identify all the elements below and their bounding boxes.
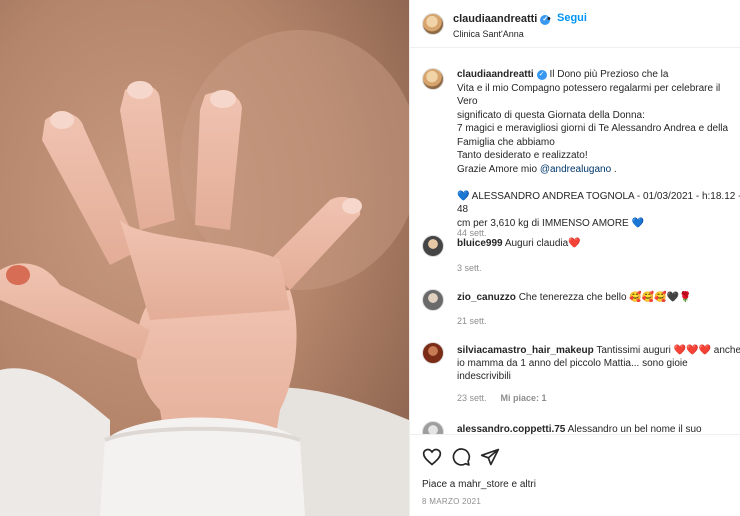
caption-username[interactable]: claudiaandreatti	[457, 69, 534, 80]
caption-line-6: Tanto desiderato e realizzato!	[457, 150, 588, 161]
comment-body: Auguri claudia	[504, 238, 569, 249]
comment-timestamp[interactable]: 23 sett.	[457, 393, 487, 403]
commenter-avatar[interactable]	[422, 421, 444, 434]
caption-birth-line-1: ALESSANDRO ANDREA TOGNOLA - 01/03/2021 -…	[457, 190, 740, 216]
post-location[interactable]: Clinica Sant'Anna	[453, 29, 524, 39]
comment-emoji: 🥰🥰🥰🖤🌹	[629, 292, 692, 303]
caption-author-avatar[interactable]	[422, 68, 444, 90]
comment-icon[interactable]	[451, 447, 471, 467]
commenter-avatar[interactable]	[422, 289, 444, 311]
follow-button[interactable]: Segui	[557, 12, 587, 24]
comment-text: zio_canuzzo Che tenerezza che bello 🥰🥰🥰🖤…	[457, 291, 740, 304]
blue-heart-icon-2: 💙	[631, 217, 644, 229]
caption-text: claudiaandreatti ✓ Il Dono più Prezioso c…	[457, 68, 740, 230]
commenter-avatar[interactable]	[422, 342, 444, 364]
commenter-avatar[interactable]	[422, 235, 444, 257]
post-date[interactable]: 8 MARZO 2021	[422, 497, 481, 506]
comment-emoji: ❤️	[568, 238, 581, 249]
commenter-username[interactable]: zio_canuzzo	[457, 292, 516, 303]
separator-dot: •	[547, 13, 551, 25]
comment-text: silviacamastro_hair_makeup Tantissimi au…	[457, 344, 740, 383]
likes-summary[interactable]: Piace a mahr_store e altri	[422, 479, 536, 490]
commenter-username[interactable]: bluice999	[457, 238, 503, 249]
commenter-username[interactable]: silviacamastro_hair_makeup	[457, 345, 594, 356]
comment-timestamp[interactable]: 3 sett.	[457, 263, 482, 273]
comment-timestamp[interactable]: 21 sett.	[457, 316, 487, 326]
blue-heart-icon: 💙	[457, 190, 470, 202]
baby-hand-photo	[0, 0, 409, 516]
caption-thanks-end: .	[611, 163, 617, 175]
caption-mention-link[interactable]: @andrealugano	[540, 164, 611, 175]
commenter-username[interactable]: alessandro.coppetti.75	[457, 424, 565, 434]
comment-emoji: ❤️❤️❤️	[673, 345, 711, 356]
author-username-text[interactable]: claudiaandreatti	[453, 13, 537, 25]
caption-thanks: Grazie Amore mio	[457, 163, 538, 175]
comment-body: Tantissimi auguri	[596, 345, 674, 356]
heart-icon[interactable]	[422, 447, 442, 467]
comment-text: alessandro.coppetti.75 Alessandro un bel…	[457, 423, 740, 434]
author-avatar[interactable]	[422, 13, 444, 35]
comment-text: bluice999 Auguri claudia❤️	[457, 237, 740, 250]
caption-birth-line-2: cm per 3,610 kg di IMMENSO AMORE	[457, 217, 632, 229]
comment-body: Che tenerezza che bello	[518, 292, 630, 303]
post-photo[interactable]	[0, 0, 409, 516]
caption-verified-icon: ✓	[536, 70, 547, 80]
comment-likes-count[interactable]: Mi piace: 1	[501, 393, 547, 403]
post-header: claudiaandreatti ✓ • Segui Clinica Sant'A…	[410, 0, 740, 48]
comments-section[interactable]: claudiaandreatti ✓ Il Dono più Prezioso c…	[410, 49, 740, 434]
instagram-post: claudiaandreatti ✓ • Segui Clinica Sant'A…	[0, 0, 740, 516]
author-username[interactable]: claudiaandreatti ✓	[453, 13, 551, 25]
share-icon[interactable]	[480, 447, 500, 467]
action-bar: Piace a mahr_store e altri 8 MARZO 2021	[410, 434, 740, 516]
caption-line-1: Il Dono più Prezioso che la	[549, 69, 669, 80]
caption-line-3: significato di questa Giornata della Don…	[457, 109, 645, 121]
post-sidebar: claudiaandreatti ✓ • Segui Clinica Sant'A…	[409, 0, 740, 516]
comment-body: Alessandro un bel nome il suo	[567, 424, 702, 434]
comment-meta: 23 sett. Mi piace: 1	[457, 393, 547, 403]
caption-line-5: Famiglia che abbiamo	[457, 136, 555, 148]
caption-line-4: 7 magici e meravigliosi giorni di Te Ale…	[457, 123, 729, 134]
caption-line-2: Vita e il mio Compagno potessero regalar…	[457, 82, 721, 108]
